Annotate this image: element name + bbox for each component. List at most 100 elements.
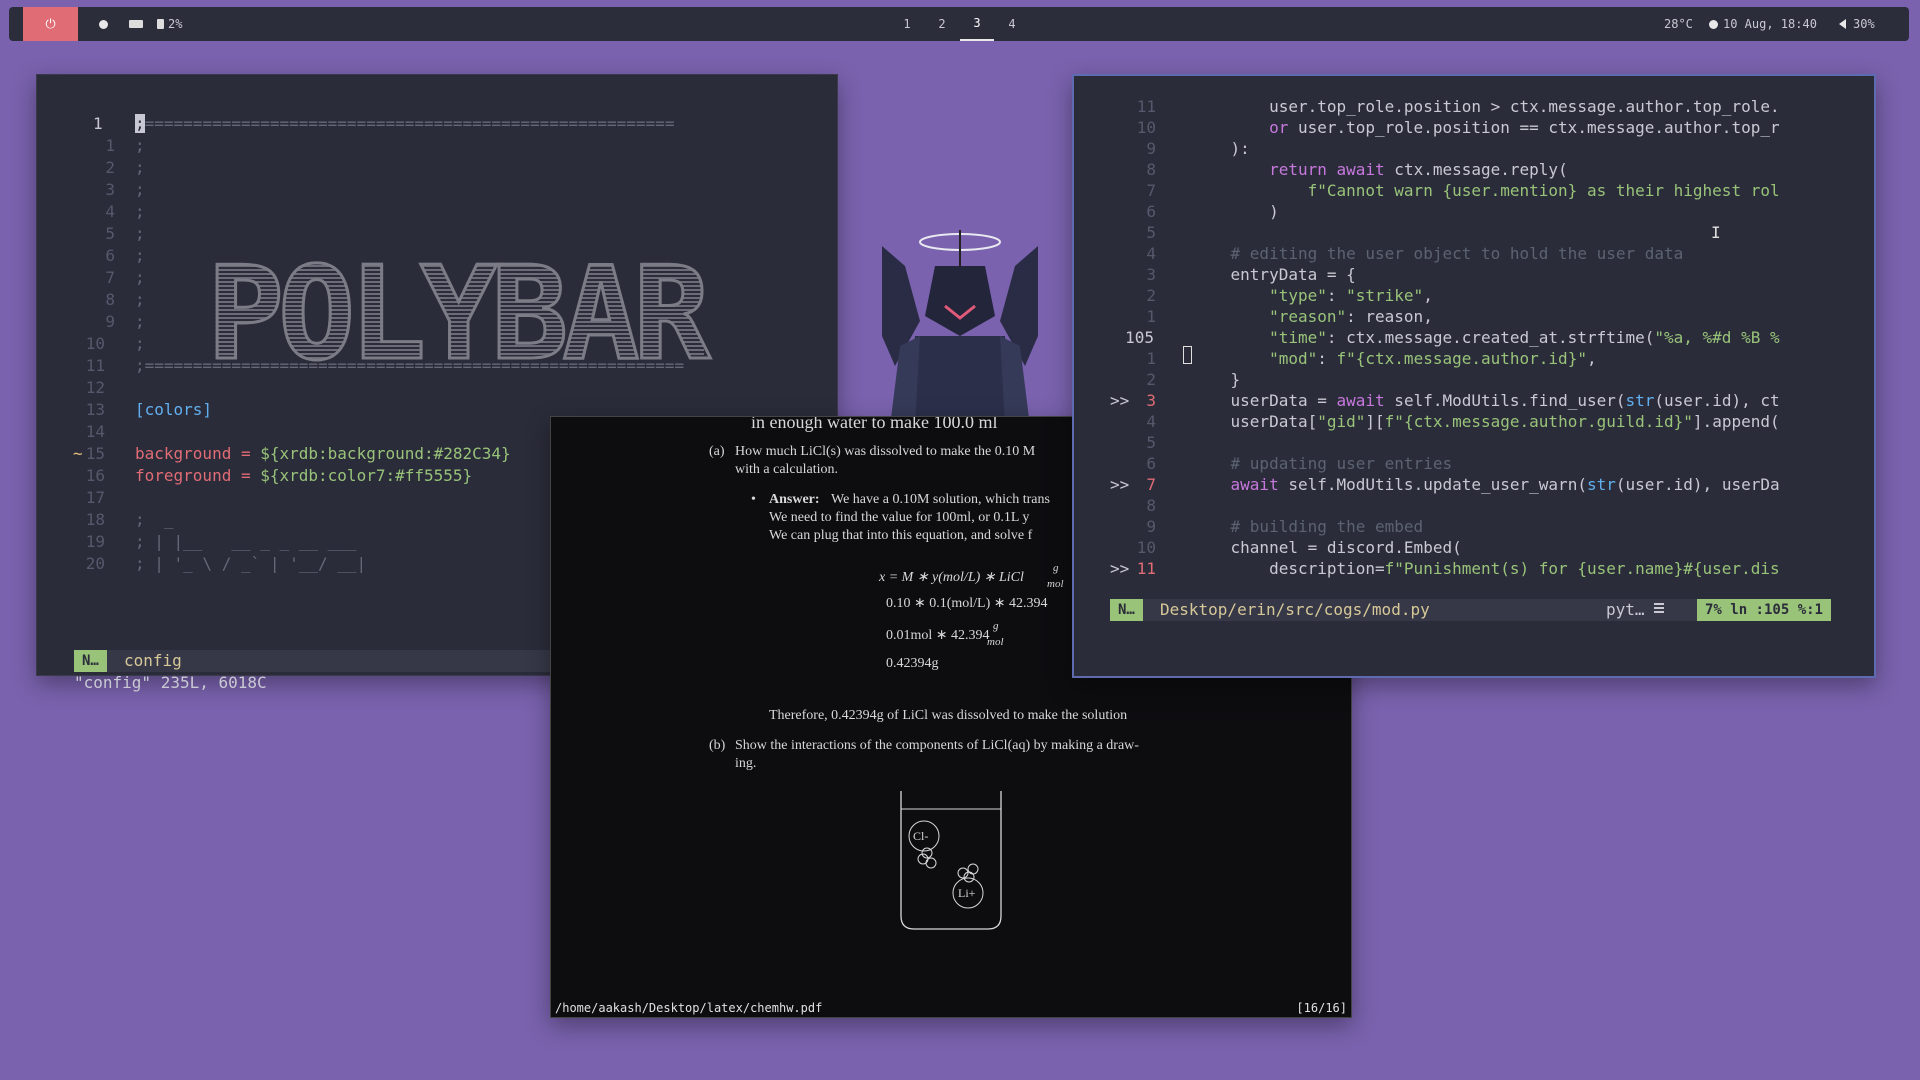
comment-marker: ; (135, 136, 145, 155)
date-time-text: 10 Aug, 18:40 (1723, 17, 1817, 31)
line-number: 9 (105, 312, 115, 331)
comment-marker: ; (135, 334, 145, 353)
equation-3: 0.01mol ∗ 42.394 (886, 628, 990, 643)
cpu-usage-text: 2% (168, 17, 183, 31)
editor-window-mod-py[interactable]: 11 user.top_role.position > ctx.message.… (1072, 74, 1876, 678)
line-number: 4 (1146, 244, 1156, 263)
line-number: 3 (105, 180, 115, 199)
line-number: 105 (1125, 328, 1154, 347)
fraction-denominator: mol (1047, 578, 1064, 590)
question-b-label: (b) (709, 738, 726, 753)
comment-line-20: ; | '_ \ / _` | '__/ __| (135, 554, 367, 573)
power-button[interactable]: ⏻ (23, 7, 78, 41)
section-colors: [colors] (135, 400, 213, 419)
line-number: 8 (1146, 160, 1156, 179)
line-number: 1 (1146, 307, 1156, 326)
comment-marker: ; (135, 202, 145, 221)
code-line: or user.top_role.position == ctx.message… (1269, 118, 1780, 137)
equation-1: x = M ∗ y(mol/L) ∗ LiCl (879, 570, 1024, 585)
line-number: 10 (85, 334, 105, 353)
cpu-module (99, 7, 108, 41)
line-number: 5 (1146, 433, 1156, 452)
line-number: 5 (105, 224, 115, 243)
memory-icon (129, 20, 143, 28)
line-number: 13 (85, 400, 105, 419)
equation-4: 0.42394g (886, 656, 939, 671)
line-number: 10 (1136, 118, 1156, 137)
line-number: 8 (1146, 496, 1156, 515)
line-number: 7 (105, 268, 115, 287)
code-line: ): (1192, 139, 1250, 158)
code-line: } (1192, 370, 1241, 389)
code-line: await self.ModUtils.update_user_warn(str… (1230, 475, 1780, 494)
line-number: 6 (1146, 202, 1156, 221)
therefore-line: Therefore, 0.42394g of LiCl was dissolve… (769, 708, 1128, 723)
background-setting: background = ${xrdb:background:#282C34} (135, 444, 511, 463)
wallpaper-mecha-figure (860, 226, 1060, 426)
code-line: return await ctx.message.reply( (1269, 160, 1568, 179)
comment-marker: ; (135, 158, 145, 177)
ion-lithium-label: Li+ (958, 886, 976, 900)
line-number: 12 (85, 378, 105, 397)
comment-marker: ; (135, 290, 145, 309)
line-number: 5 (1146, 223, 1156, 242)
line-1-text: ;=======================================… (135, 114, 675, 133)
workspace-1[interactable]: 1 (890, 7, 924, 41)
volume-module[interactable]: 30% (1839, 7, 1875, 41)
statusline: N… Desktop/erin/src/cogs/mod.py pyt… 7% … (1110, 599, 1831, 621)
code-line: ) (1192, 202, 1279, 221)
comment-line-18: ; _ (135, 510, 174, 529)
code-line: userData["gid"][f"{ctx.message.author.gu… (1192, 412, 1780, 431)
line-number: 9 (1146, 517, 1156, 536)
line-number: 17 (85, 488, 105, 507)
workspace-2[interactable]: 2 (925, 7, 959, 41)
code-line: userData = await self.ModUtils.find_user… (1192, 391, 1780, 410)
polybar: ⏻ 2% 1 2 3 4 28°C 10 Aug, 18:40 30% (9, 7, 1909, 41)
workspace-3[interactable]: 3 (960, 7, 994, 41)
question-b-text: Show the interactions of the components … (735, 738, 1139, 753)
question-b-text-2: ing. (735, 756, 757, 771)
line-number: 6 (105, 246, 115, 265)
line-number: 16 (85, 466, 105, 485)
battery-module: 2% (157, 7, 182, 41)
answer-line-3: We can plug that into this equation, and… (769, 528, 1033, 543)
code-line: channel = discord.Embed( (1192, 538, 1462, 557)
comment-marker: ; (135, 180, 145, 199)
line-number: 4 (105, 202, 115, 221)
code-line: description=f"Punishment(s) for {user.na… (1192, 559, 1780, 578)
workspace-4[interactable]: 4 (995, 7, 1029, 41)
sign-column-marker: >> (1110, 391, 1130, 410)
code-line: f"Cannot warn {user.mention} as their hi… (1307, 181, 1780, 200)
code-line: "reason": reason, (1269, 307, 1433, 326)
line-number: 20 (85, 554, 105, 573)
sign-column-marker: >> (1110, 475, 1130, 494)
line-number: 10 (1136, 538, 1156, 557)
line-number: 8 (105, 290, 115, 309)
line-number: 3 (1146, 391, 1156, 410)
line-number: 6 (1146, 454, 1156, 473)
statusline-filepath: Desktop/erin/src/cogs/mod.py (1160, 600, 1430, 619)
statusline-filetype: pyt… (1606, 600, 1645, 619)
line-number: 7 (1146, 181, 1156, 200)
clock-icon (1709, 19, 1718, 29)
cpu-icon (99, 19, 108, 29)
vim-mode: N… (1110, 599, 1143, 621)
comment-marker: ; (135, 224, 145, 243)
temperature-module: 28°C (1664, 7, 1693, 41)
line-number: 2 (1146, 286, 1156, 305)
code-line: "mod": f"{ctx.message.author.id}", (1269, 349, 1597, 368)
beaker-drawing: Cl- Li+ (899, 791, 1003, 931)
date-module[interactable]: 10 Aug, 18:40 (1709, 7, 1817, 41)
volume-text: 30% (1853, 17, 1875, 31)
pdf-heading-fragment: in enough water to make 100.0 ml (751, 416, 998, 432)
code-line: user.top_role.position > ctx.message.aut… (1192, 97, 1780, 116)
equation-2: 0.10 ∗ 0.1(mol/L) ∗ 42.394 (886, 596, 1048, 611)
line-number: 2 (105, 158, 115, 177)
line-number: 3 (1146, 265, 1156, 284)
question-a-label: (a) (709, 444, 725, 459)
memory-module (129, 7, 143, 41)
rule-line: ;=======================================… (135, 356, 685, 375)
sign-column-marker: >> (1110, 559, 1130, 578)
lines-icon (1654, 603, 1664, 617)
line-number: 14 (85, 422, 105, 441)
